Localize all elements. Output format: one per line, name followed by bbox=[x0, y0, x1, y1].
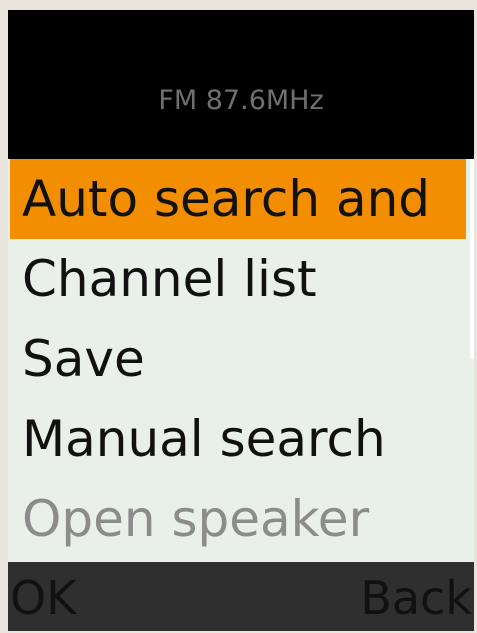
menu-item-channel-list[interactable]: Channel list bbox=[10, 239, 466, 319]
radio-header: FM 87.6MHz bbox=[8, 10, 474, 159]
softkey-bar: OK Back bbox=[8, 562, 474, 631]
menu-item-manual-search[interactable]: Manual search bbox=[10, 399, 466, 479]
fm-radio-menu: Auto search and Channel list Save Manual… bbox=[8, 159, 474, 565]
phone-device: FM 87.6MHz Auto search and Channel list … bbox=[0, 0, 477, 633]
menu-item-open-speaker[interactable]: Open speaker bbox=[10, 479, 466, 559]
back-softkey[interactable]: Back bbox=[360, 568, 472, 628]
ok-softkey[interactable]: OK bbox=[10, 568, 76, 628]
menu-scrollbar[interactable] bbox=[470, 159, 474, 359]
frequency-display: FM 87.6MHz bbox=[158, 85, 324, 116]
screen: FM 87.6MHz Auto search and Channel list … bbox=[8, 10, 474, 631]
menu-item-auto-search[interactable]: Auto search and bbox=[10, 159, 466, 239]
menu-item-save[interactable]: Save bbox=[10, 319, 466, 399]
